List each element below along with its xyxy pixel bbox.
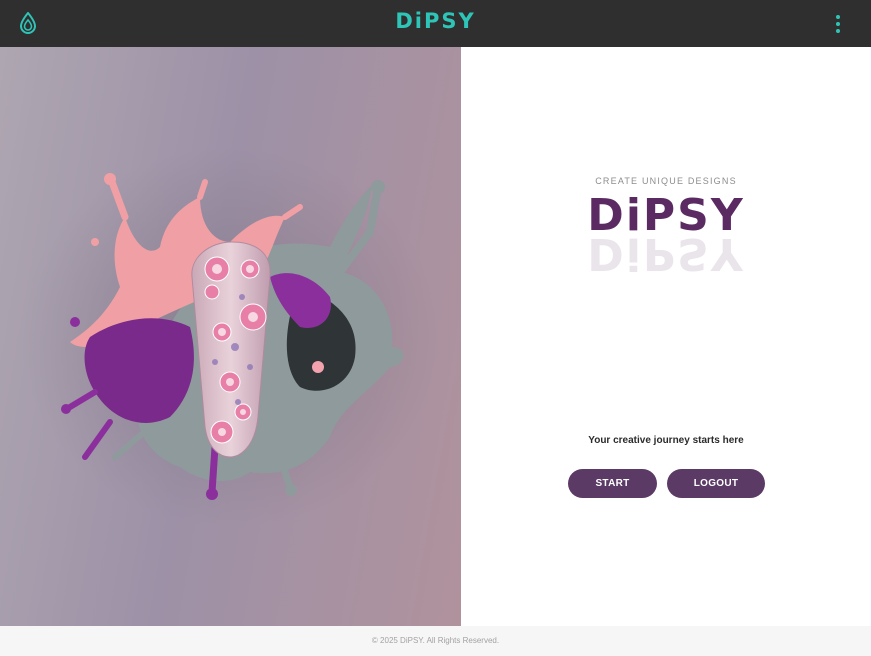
copyright-text: © 2025 DiPSY. All Rights Reserved. — [371, 636, 500, 645]
brand-logo: DiPSY — [587, 190, 745, 241]
hero-image — [0, 47, 461, 626]
top-app-bar: DiPSY — [0, 0, 871, 47]
more-vertical-icon[interactable] — [832, 14, 844, 34]
footer: © 2025 DiPSY. All Rights Reserved. — [0, 626, 871, 656]
nail-art-illustration — [20, 147, 440, 527]
tagline: CREATE UNIQUE DESIGNS — [595, 176, 737, 186]
subtitle: Your creative journey starts here — [588, 435, 744, 446]
logout-button[interactable]: LOGOUT — [667, 469, 765, 498]
start-button[interactable]: START — [568, 469, 657, 498]
app-title: DiPSY — [395, 9, 476, 33]
welcome-panel: CREATE UNIQUE DESIGNS DiPSY DiPSY Your c… — [461, 47, 871, 626]
